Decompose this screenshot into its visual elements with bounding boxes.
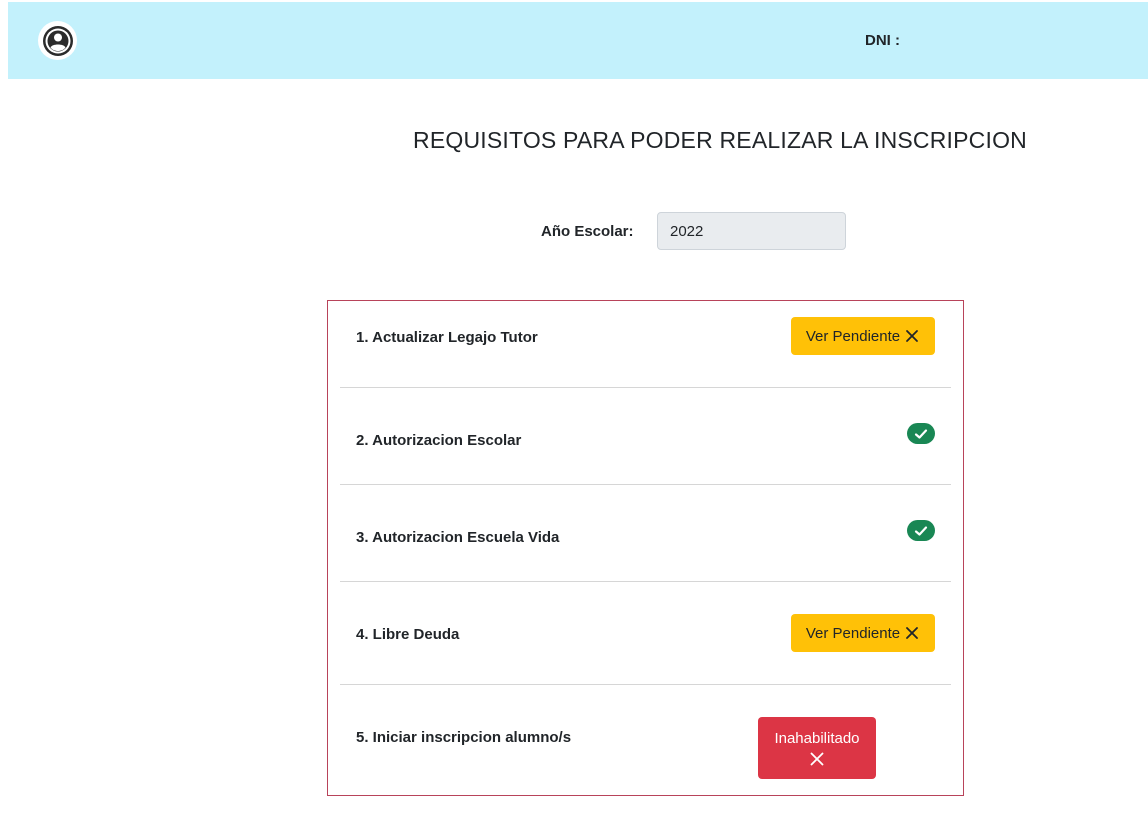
school-year-input[interactable] [657, 212, 846, 250]
requirement-label-1: 1. Actualizar Legajo Tutor [356, 329, 538, 346]
requirement-label-3: 3. Autorizacion Escuela Vida [356, 529, 560, 546]
dni-label: DNI : [865, 32, 900, 49]
row-divider [340, 684, 951, 685]
top-navbar: DNI : [8, 2, 1148, 79]
requirement-label-5: 5. Iniciar inscripcion alumno/s [356, 729, 572, 746]
row-divider [340, 387, 951, 388]
check-circle-icon [907, 520, 935, 541]
requirement-label-4: 4. Libre Deuda [356, 626, 460, 643]
ver-pendiente-button-1[interactable]: Ver Pendiente [791, 317, 935, 355]
page-title: REQUISITOS PARA PODER REALIZAR LA INSCRI… [413, 127, 1027, 153]
x-icon [810, 752, 824, 765]
school-year-label: Año Escolar: [541, 223, 634, 240]
x-icon [906, 627, 919, 639]
row-divider [340, 484, 951, 485]
requirement-label-2: 2. Autorizacion Escolar [356, 432, 522, 449]
ver-pendiente-button-4[interactable]: Ver Pendiente [791, 614, 935, 652]
row-divider [340, 581, 951, 582]
check-circle-icon [907, 423, 935, 444]
ver-pendiente-label: Ver Pendiente [805, 327, 901, 345]
x-icon [906, 330, 919, 342]
ver-pendiente-label: Ver Pendiente [805, 624, 901, 642]
inhabilitado-button[interactable]: Inahabilitado [758, 717, 876, 779]
inhabilitado-label: Inahabilitado [774, 729, 860, 747]
user-avatar-icon[interactable] [38, 21, 77, 60]
